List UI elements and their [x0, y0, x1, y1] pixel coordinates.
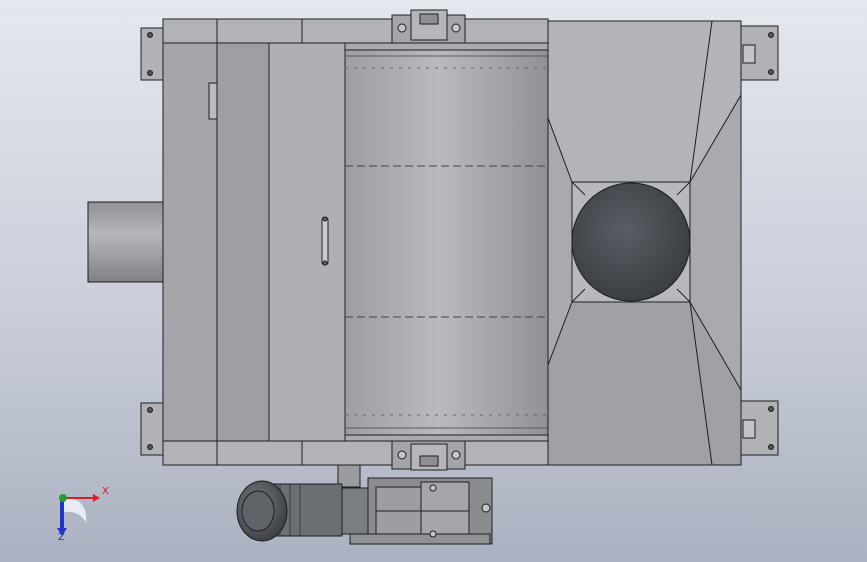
coordinate-triad: X Z [48, 482, 118, 544]
inlet-pipe [87, 201, 165, 283]
cad-viewport[interactable] [0, 0, 867, 562]
mounting-bracket-top-left [140, 27, 164, 81]
outlet-opening [571, 182, 691, 302]
magnetic-drum [344, 49, 554, 436]
bearing-block-top [391, 9, 466, 44]
y-axis-dot [59, 494, 67, 502]
housing-bottom-band [162, 440, 549, 466]
access-door [268, 42, 346, 442]
housing-top-band [162, 18, 549, 44]
bearing-block-bottom [391, 440, 466, 471]
z-axis-label: Z [58, 532, 65, 543]
inspection-hatch [208, 82, 218, 120]
gearbox [341, 477, 493, 545]
door-handle [321, 216, 329, 266]
side-panel-inner [216, 42, 270, 442]
x-axis-label: X [102, 486, 109, 497]
mounting-bracket-bottom-right [740, 400, 779, 456]
mounting-bracket-bottom-left [140, 402, 164, 456]
mounting-bracket-top-right [740, 25, 779, 81]
